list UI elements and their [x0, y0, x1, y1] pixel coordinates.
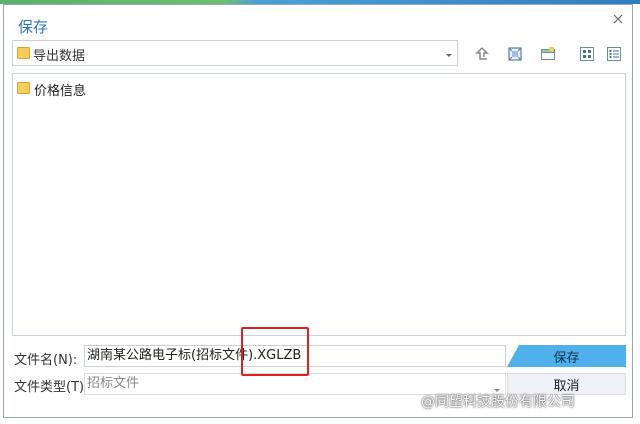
save-button[interactable]: 保存: [507, 345, 626, 367]
chevron-down-icon[interactable]: [445, 47, 453, 62]
filename-label: 文件名(N):: [14, 353, 78, 368]
up-folder-icon[interactable]: [472, 44, 492, 64]
fit-view-icon[interactable]: [505, 44, 525, 64]
annotation-highlight-box: [241, 327, 309, 376]
large-icons-view-icon[interactable]: [577, 44, 597, 64]
close-icon[interactable]: [610, 11, 626, 27]
current-path: 导出数据: [33, 49, 86, 64]
folder-icon: [17, 81, 30, 98]
filetype-label: 文件类型(T):: [14, 380, 89, 395]
file-name: 价格信息: [34, 84, 87, 99]
watermark-text: @同望科技股份有限公司: [421, 394, 575, 410]
filetype-value: 招标文件: [87, 376, 140, 391]
file-list[interactable]: 价格信息: [12, 73, 626, 336]
watermark: @同望科技股份有限公司: [421, 391, 575, 411]
folder-icon: [17, 47, 30, 63]
dialog-title: 保存: [18, 18, 49, 36]
path-combobox[interactable]: 导出数据: [12, 40, 458, 66]
new-folder-icon[interactable]: [538, 44, 558, 64]
list-item[interactable]: 价格信息: [17, 80, 86, 99]
details-view-icon[interactable]: [604, 44, 624, 64]
